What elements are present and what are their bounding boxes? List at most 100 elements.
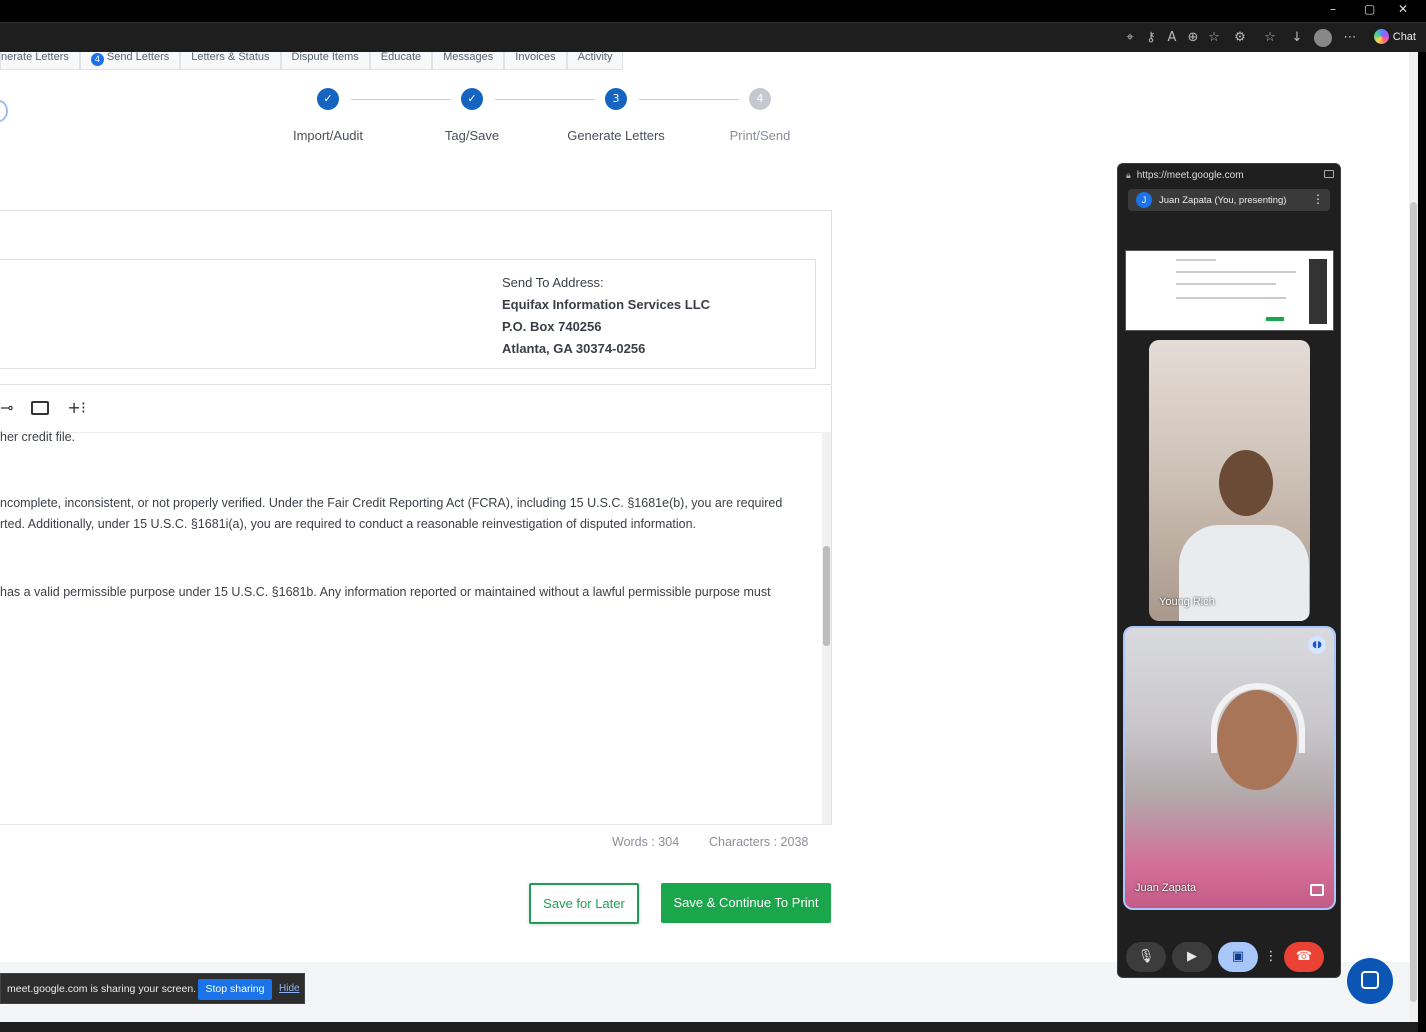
taskbar-edge — [0, 1022, 1418, 1032]
tab-messages[interactable]: Messages — [432, 52, 505, 70]
meet-url: https://meet.google.com — [1136, 170, 1244, 181]
shared-screen-preview — [1125, 250, 1334, 331]
participant-video — [1219, 450, 1273, 516]
mic-icon[interactable]: 🎙︎ — [1126, 942, 1166, 972]
save-continue-print-button[interactable]: Save & Continue To Print — [661, 883, 831, 923]
step-4-marker[interactable]: 4 — [749, 88, 771, 110]
tab-label: Dispute Items — [291, 52, 359, 63]
presenting-label: Juan Zapata (You, presenting) — [1159, 195, 1287, 206]
download-icon[interactable]: ↓ — [1289, 30, 1305, 46]
extensions-icon[interactable]: ⚙ — [1232, 30, 1248, 46]
top-tabs: nerate Letters 4 Send Letters Letters & S… — [0, 52, 624, 70]
star-icon[interactable]: ☆ — [1206, 30, 1222, 46]
preview-meet-strip — [1309, 259, 1327, 324]
editor-scrollbar[interactable] — [822, 432, 831, 824]
translate-icon[interactable]: A — [1164, 30, 1180, 46]
key-icon[interactable]: ⚷ — [1143, 30, 1159, 46]
address-label: Send To Address: — [502, 275, 604, 290]
meet-controls: 🎙︎ ▶ ▣ ⋮ ☎ — [1126, 941, 1336, 973]
copilot-icon — [1373, 29, 1389, 44]
screen-share-bar: meet.google.com is sharing your screen. … — [0, 973, 305, 1004]
step-2-check-icon[interactable]: ✓ — [461, 88, 483, 110]
step-label-tag-save: Tag/Save — [444, 128, 500, 143]
participant-name: Juan Zapata — [1135, 882, 1197, 894]
location-icon[interactable]: ⌖ — [1122, 30, 1138, 46]
presenter-avatar: J — [1136, 192, 1152, 208]
page-scroll-thumb[interactable] — [1410, 202, 1417, 1002]
copilot-chat-button[interactable]: Chat — [1373, 29, 1416, 44]
more-icon[interactable]: ⋯ — [1342, 30, 1358, 46]
tab-count-badge: 4 — [90, 53, 104, 66]
browser-toolbar: ⌖ ⚷ A ⊕ ☆ ⚙ ☆ ↓ ⋯ Chat — [0, 22, 1426, 52]
tab-generate-letters[interactable]: nerate Letters — [0, 52, 80, 70]
step-1-check-icon[interactable]: ✓ — [317, 88, 339, 110]
step-3-marker[interactable]: 3 — [605, 88, 627, 110]
editor-line: her credit file. — [0, 430, 76, 444]
window-titlebar: – ▢ ✕ — [0, 0, 1426, 22]
editor-toolbar: ⊸ +⁝ — [0, 398, 86, 417]
restore-icon[interactable]: ▢ — [1364, 2, 1375, 16]
share-status-text: meet.google.com is sharing your screen. — [7, 983, 197, 995]
more-vert-icon[interactable]: ⋮ — [1264, 942, 1278, 972]
participant-name: Young Rich — [1159, 596, 1215, 608]
participant-tile-young-rich[interactable]: Young Rich — [1149, 340, 1310, 621]
window-edge — [1418, 52, 1426, 1032]
tab-label: Invoices — [515, 52, 556, 63]
preview-line — [1176, 271, 1296, 273]
save-for-later-button[interactable]: Save for Later — [529, 883, 639, 924]
editor-scroll-thumb[interactable] — [823, 546, 830, 646]
word-count: Words : 304 — [612, 835, 680, 849]
close-icon[interactable]: ✕ — [1398, 2, 1408, 16]
tab-educate[interactable]: Educate — [369, 52, 433, 70]
preview-green-button — [1266, 317, 1284, 321]
letter-text-editor[interactable]: her credit file. ncomplete, inconsistent… — [0, 430, 822, 824]
step-connector — [351, 99, 451, 100]
insert-icon[interactable]: +⁝ — [67, 398, 86, 417]
tab-activity[interactable]: Activity — [566, 52, 624, 70]
editor-line: has a valid permissible purpose under 15… — [0, 585, 771, 599]
editor-line: rted. Additionally, under 15 U.S.C. §168… — [0, 517, 697, 531]
page-scrollbar[interactable] — [1409, 52, 1418, 1022]
address-name: Equifax Information Services LLC — [502, 297, 711, 312]
tab-send-letters[interactable]: 4 Send Letters — [79, 52, 181, 70]
headphones — [1211, 683, 1305, 753]
tab-invoices[interactable]: Invoices — [504, 52, 567, 70]
preview-line — [1176, 297, 1286, 299]
tab-label: Educate — [380, 52, 422, 63]
speaking-indicator-icon: ◖◗ — [1308, 636, 1326, 654]
step-connector — [495, 99, 595, 100]
tab-letters-status[interactable]: Letters & Status — [180, 52, 281, 70]
stop-sharing-button[interactable]: Stop sharing — [198, 979, 272, 1000]
step-label-import-audit: Import/Audit — [292, 128, 364, 143]
pin-icon[interactable] — [1310, 884, 1324, 896]
lock-icon: 🔒︎ — [1126, 170, 1131, 181]
step-label-print-send: Print/Send — [729, 128, 791, 143]
step-connector — [639, 99, 739, 100]
preview-line — [1176, 283, 1276, 285]
link-icon[interactable]: ⊸ — [0, 398, 13, 417]
progress-stepper: ✓ ✓ 3 4 Import/Audit Tag/Save Generate L… — [270, 88, 830, 148]
participant-tile-juan-zapata[interactable]: ◖◗ Juan Zapata — [1123, 626, 1336, 910]
editor-line: ncomplete, inconsistent, or not properly… — [0, 496, 783, 510]
support-chat-button[interactable] — [1347, 958, 1393, 1004]
minimize-icon[interactable]: – — [1330, 2, 1336, 16]
meet-url-bar: 🔒︎ https://meet.google.com — [1126, 170, 1244, 181]
divider — [0, 384, 832, 385]
hide-link[interactable]: Hide — [279, 983, 300, 994]
send-to-address: Send To Address: Equifax Information Ser… — [502, 272, 710, 360]
zoom-icon[interactable]: ⊕ — [1185, 30, 1201, 46]
chat-bubble-icon — [1361, 971, 1379, 989]
presenting-banner: J Juan Zapata (You, presenting) ⋮ — [1128, 189, 1330, 211]
meet-pip-window: 🔒︎ https://meet.google.com J Juan Zapata… — [1117, 163, 1341, 978]
end-call-icon[interactable]: ☎ — [1284, 942, 1324, 972]
more-vert-icon[interactable]: ⋮ — [1312, 192, 1324, 206]
image-icon[interactable] — [31, 400, 50, 415]
preview-line — [1176, 259, 1216, 261]
step-label-generate-letters: Generate Letters — [567, 128, 665, 143]
present-icon[interactable]: ▣ — [1218, 942, 1258, 972]
tab-dispute-items[interactable]: Dispute Items — [280, 52, 370, 70]
profile-icon[interactable] — [1314, 29, 1332, 47]
popout-icon[interactable] — [1324, 170, 1334, 178]
favorites-icon[interactable]: ☆ — [1262, 30, 1278, 46]
camera-icon[interactable]: ▶ — [1172, 942, 1212, 972]
